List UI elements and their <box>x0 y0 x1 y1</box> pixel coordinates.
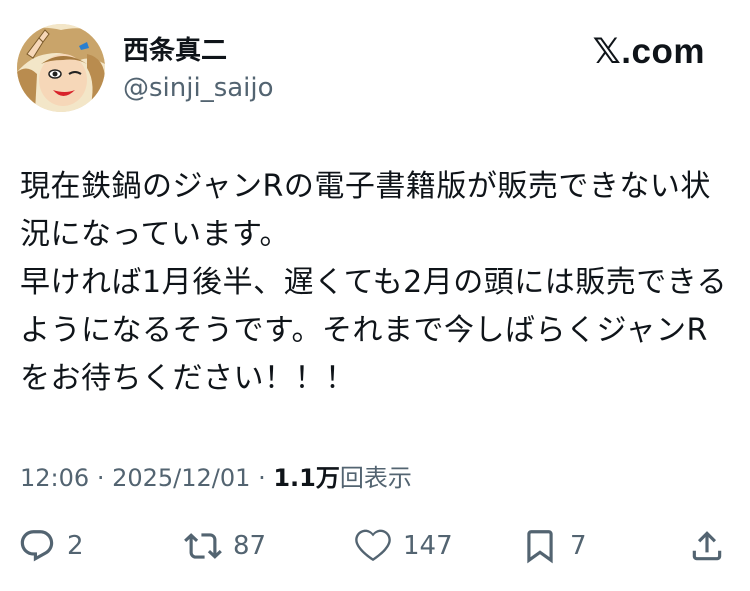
share-icon <box>687 526 727 566</box>
tweet-time[interactable]: 12:06 <box>20 464 89 492</box>
reply-count: 2 <box>67 531 84 561</box>
bookmark-icon <box>520 526 560 566</box>
share-button[interactable] <box>687 520 727 572</box>
tweet-date[interactable]: 2025/12/01 <box>112 464 250 492</box>
like-icon <box>353 526 393 566</box>
retweet-button[interactable]: 87 <box>183 520 266 572</box>
tweet-text: 現在鉄鍋のジャンRの電子書籍版が販売できない状況になっています。 早ければ1月後… <box>20 169 728 396</box>
views-label: 回表示 <box>339 464 412 492</box>
reply-icon <box>17 526 57 566</box>
author-display-name[interactable]: 西条真二 <box>123 34 227 68</box>
x-brand-logo: 𝕏.com <box>592 32 705 71</box>
meta-separator: · <box>96 464 105 492</box>
action-bar: 2 87 147 7 <box>0 520 750 572</box>
retweet-icon <box>183 526 223 566</box>
avatar[interactable] <box>17 24 105 112</box>
reply-button[interactable]: 2 <box>17 520 84 572</box>
author-handle[interactable]: @sinji_saijo <box>123 71 274 105</box>
bookmark-button[interactable]: 7 <box>520 520 587 572</box>
like-button[interactable]: 147 <box>353 520 453 572</box>
tweet-meta: 12:06 · 2025/12/01 · 1.1万回表示 <box>20 460 412 496</box>
like-count: 147 <box>403 531 453 561</box>
meta-separator: · <box>258 464 266 492</box>
bookmark-count: 7 <box>570 531 587 561</box>
avatar-illustration <box>17 24 105 112</box>
views-count: 1.1万 <box>273 464 340 492</box>
retweet-count: 87 <box>233 531 267 561</box>
